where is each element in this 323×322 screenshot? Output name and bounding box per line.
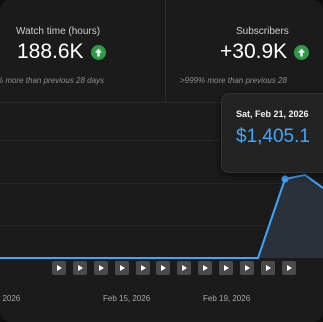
arrow-up-icon [90, 44, 106, 60]
video-marker-play-icon[interactable] [135, 261, 150, 275]
metric-value-text: +30.9K [220, 40, 288, 63]
metric-value-text: 188.6K [17, 40, 84, 63]
metric-comparison: % more than previous 28 days [0, 76, 105, 85]
hover-point [281, 175, 289, 183]
x-tick-label: Feb 19, 2026 [203, 294, 251, 303]
arrow-up-icon [294, 44, 310, 60]
chart-area-fill [0, 175, 323, 258]
tooltip-value: $1,405.1 [236, 126, 310, 147]
metric-comparison: >999% more than previous 28 [180, 76, 287, 85]
video-marker-play-icon[interactable] [198, 261, 213, 275]
video-marker-play-icon[interactable] [72, 261, 87, 275]
tooltip-date: Sat, Feb 21, 2026 [236, 109, 309, 119]
metrics-row: Watch time (hours) 188.6K % more than pr… [0, 0, 323, 102]
analytics-card: Watch time (hours) 188.6K % more than pr… [0, 0, 323, 322]
chart-tooltip: Sat, Feb 21, 2026 $1,405.1 [221, 93, 323, 173]
video-marker-play-icon[interactable] [281, 261, 296, 275]
video-marker-play-icon[interactable] [52, 261, 66, 275]
x-tick-label: Feb 15, 2026 [103, 294, 151, 303]
video-marker-play-icon[interactable] [219, 261, 234, 275]
metric-watch-time[interactable]: Watch time (hours) 188.6K % more than pr… [0, 0, 166, 102]
metric-subscribers[interactable]: Subscribers +30.9K >999% more than previ… [166, 0, 323, 102]
video-marker-play-icon[interactable] [156, 261, 171, 275]
video-marker-play-icon[interactable] [177, 261, 192, 275]
metric-value: 188.6K [17, 40, 106, 64]
metric-value: +30.9K [220, 40, 310, 64]
x-tick-label: , 2026 [0, 294, 21, 303]
video-marker-play-icon[interactable] [114, 261, 129, 275]
metric-label: Watch time (hours) [16, 26, 101, 37]
video-marker-play-icon[interactable] [260, 261, 275, 275]
video-marker-play-icon[interactable] [240, 261, 255, 275]
video-markers [52, 261, 296, 275]
video-marker-play-icon[interactable] [93, 261, 108, 275]
metric-label: Subscribers [236, 26, 289, 37]
